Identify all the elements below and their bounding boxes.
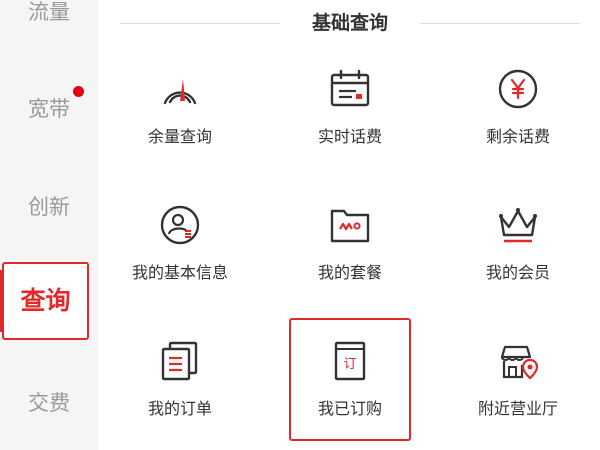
grid-item-remaining-bill[interactable]: 剩余话费 (453, 67, 583, 187)
order-list-icon (161, 341, 198, 381)
app-screen: 流量 宽带 创新 查询 交费 基础查询 余量查询 实时话费 剩余话费 我的基本信… (0, 0, 600, 450)
subscribed-book-icon: 订 (334, 341, 366, 381)
grid-item-balance-query[interactable]: 余量查询 (115, 67, 245, 187)
grid-item-label: 我的套餐 (317, 263, 382, 282)
grid-item-label: 我已订购 (317, 399, 382, 418)
grid-item-label: 剩余话费 (485, 127, 550, 146)
yen-coin-icon (498, 69, 538, 109)
notification-dot (73, 86, 84, 97)
sidebar-item-innovation[interactable]: 创新 (0, 195, 98, 219)
grid-item-my-package[interactable]: 我的套餐 (285, 203, 415, 323)
header-divider-right (420, 23, 580, 24)
sidebar-item-broadband[interactable]: 宽带 (0, 97, 98, 121)
grid-item-label: 我的会员 (485, 263, 550, 282)
grid-item-my-subscriptions[interactable]: 订 我已订购 (285, 339, 415, 450)
store-location-icon (500, 345, 539, 380)
calendar-bill-icon (330, 69, 370, 107)
section-title: 基础查询 (311, 12, 388, 34)
category-sidebar: 流量 宽带 创新 查询 交费 (0, 0, 98, 450)
grid-item-label: 实时话费 (317, 127, 382, 146)
crown-icon (499, 208, 537, 243)
sidebar-item-query[interactable]: 查询 (2, 262, 89, 340)
user-info-icon (160, 205, 200, 245)
speedometer-icon (163, 79, 197, 105)
package-folder-icon (330, 209, 370, 243)
header-divider-left (120, 23, 280, 24)
grid-item-label: 附近营业厅 (477, 399, 558, 418)
grid-item-my-orders[interactable]: 我的订单 (115, 339, 245, 450)
grid-item-label: 我的基本信息 (131, 263, 228, 282)
grid-item-label: 余量查询 (147, 127, 212, 146)
subscribed-badge-char: 订 (343, 357, 356, 372)
grid-item-nearby-store[interactable]: 附近营业厅 (453, 339, 583, 450)
grid-item-my-membership[interactable]: 我的会员 (453, 203, 583, 323)
grid-item-basic-info[interactable]: 我的基本信息 (115, 203, 245, 323)
grid-item-realtime-bill[interactable]: 实时话费 (285, 67, 415, 187)
grid-item-label: 我的订单 (147, 399, 212, 418)
section-header: 基础查询 (120, 8, 580, 38)
sidebar-item-traffic[interactable]: 流量 (0, 0, 98, 24)
sidebar-item-payment[interactable]: 交费 (0, 391, 98, 415)
